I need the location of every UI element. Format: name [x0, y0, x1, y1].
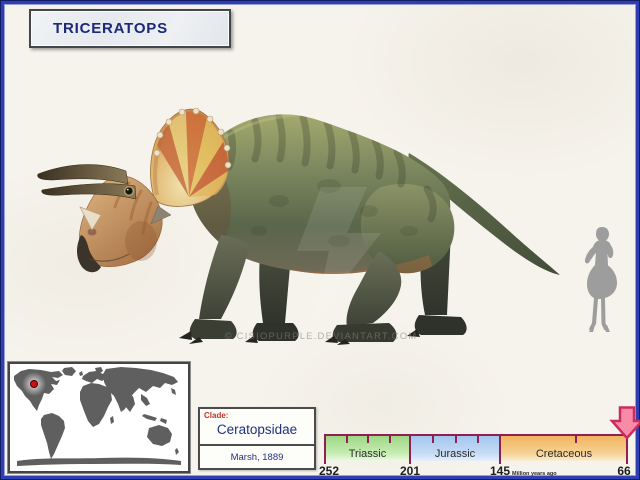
- period-label: Jurassic: [434, 448, 476, 460]
- human-scale-silhouette: [584, 227, 617, 332]
- clade-label: Clade:: [204, 411, 229, 420]
- minor-tick: [575, 436, 577, 443]
- boundary-age-66: 66: [617, 464, 631, 478]
- fossil-location-map: [8, 362, 190, 473]
- boundary-tick-252: [324, 434, 326, 464]
- minor-tick: [455, 436, 457, 443]
- period-label: Triassic: [348, 448, 387, 460]
- clade-name: Ceratopsidae: [216, 422, 298, 437]
- world-map: [14, 367, 181, 466]
- minor-tick: [389, 436, 391, 443]
- divider: [199, 444, 315, 446]
- timeline-unit-label: Million years ago: [512, 471, 557, 477]
- minor-tick: [477, 436, 479, 443]
- minor-tick: [432, 436, 434, 443]
- clade-authority: Marsh, 1889: [230, 452, 284, 463]
- clade-info-box: Clade: Ceratopsidae Marsh, 1889: [198, 407, 316, 470]
- geological-timeline: Triassic Jurassic Cretaceous 252 201 145…: [319, 406, 640, 480]
- page-title: TRICERATOPS: [53, 20, 168, 37]
- minor-tick: [346, 436, 348, 443]
- period-label: Cretaceous: [535, 448, 593, 460]
- eye: [123, 185, 135, 197]
- brow-horn-far: [37, 164, 129, 185]
- minor-tick: [367, 436, 369, 443]
- infographic-canvas: TRICERATOPS © CISIOPURPLE.DEVIANTART.COM…: [0, 0, 640, 480]
- location-dot-icon: [30, 380, 38, 388]
- boundary-tick-145: [499, 434, 501, 464]
- boundary-tick-201: [409, 434, 411, 464]
- title-plate: TRICERATOPS: [29, 9, 231, 48]
- page-background: TRICERATOPS © CISIOPURPLE.DEVIANTART.COM…: [5, 5, 640, 478]
- boundary-age-145: 145: [489, 464, 511, 478]
- boundary-age-252: 252: [318, 464, 340, 478]
- boundary-age-201: 201: [399, 464, 421, 478]
- time-marker-down-arrow-icon: [609, 406, 640, 440]
- head: [37, 107, 232, 273]
- triceratops-illustration: © CISIOPURPLE.DEVIANTART.COM: [37, 107, 560, 345]
- watermark-text: © CISIOPURPLE.DEVIANTART.COM: [225, 331, 418, 342]
